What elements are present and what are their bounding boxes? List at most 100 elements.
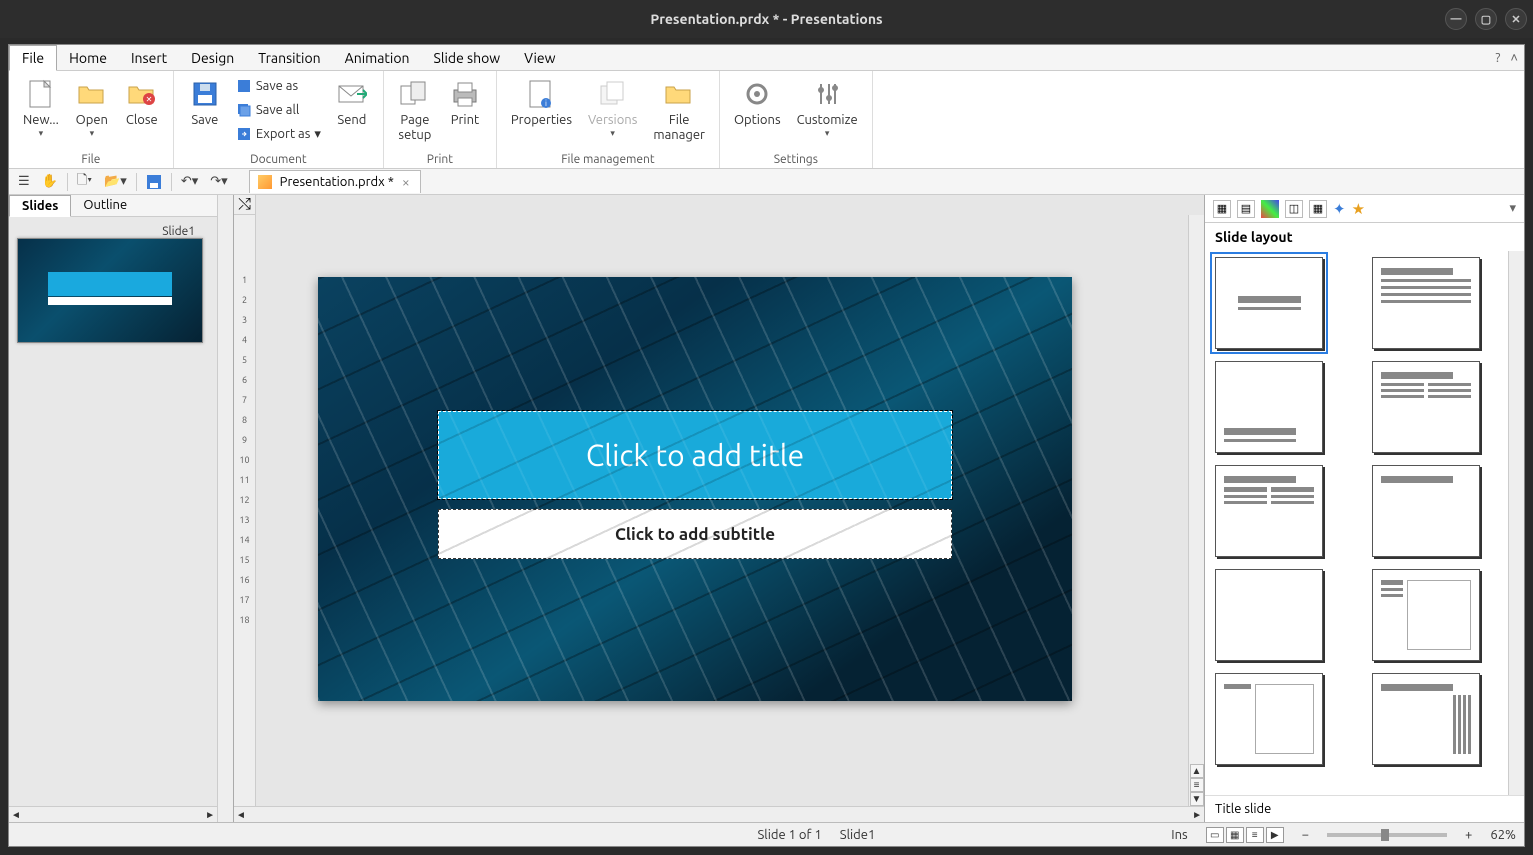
layout-title-content[interactable] xyxy=(1372,257,1480,349)
view-normal-button[interactable]: ▭ xyxy=(1206,827,1224,843)
customize-icon xyxy=(810,77,844,111)
sidebar-footer: Title slide xyxy=(1205,795,1524,822)
subtitle-placeholder[interactable]: Click to add subtitle xyxy=(438,509,952,559)
menu-view[interactable]: View xyxy=(512,45,567,70)
next-slide-button[interactable]: ▼ xyxy=(1190,792,1204,806)
layout-comparison[interactable] xyxy=(1215,465,1323,557)
sidebar-vscroll[interactable] xyxy=(1508,251,1524,795)
options-button[interactable]: Options xyxy=(728,75,787,130)
sidebar-tab-layout[interactable]: ▦ xyxy=(1213,200,1231,218)
zoom-in-button[interactable]: + xyxy=(1465,828,1472,842)
menu-slideshow[interactable]: Slide show xyxy=(422,45,513,70)
slide[interactable]: Click to add title Click to add subtitle xyxy=(318,277,1072,701)
sidebar-tab-object[interactable]: ◫ xyxy=(1285,200,1303,218)
layout-blank[interactable] xyxy=(1215,569,1323,661)
app-window: File Home Insert Design Transition Anima… xyxy=(8,44,1525,847)
tab-slides[interactable]: Slides xyxy=(9,195,71,217)
page-setup-button[interactable]: Page setup xyxy=(392,75,438,145)
slide-editor: ⤭ ˈ 1 ˈ 2 ˈ 3 ˈ 4 ˈ 5 ˈ 6 ˈ 7 ˈ 8 ˈ 9 ˈ … xyxy=(234,195,1204,822)
save-quick-button[interactable] xyxy=(143,172,165,192)
menu-transition[interactable]: Transition xyxy=(246,45,332,70)
left-hscroll[interactable]: ◄► xyxy=(9,806,217,822)
zoom-out-button[interactable]: − xyxy=(1302,828,1309,842)
svg-text:✕: ✕ xyxy=(145,95,152,104)
menu-animation[interactable]: Animation xyxy=(333,45,422,70)
ribbon: New... ▾ Open ▾ ✕ Close File Save xyxy=(9,71,1524,169)
view-slideshow-button[interactable]: ▶ xyxy=(1266,827,1284,843)
save-icon xyxy=(188,77,222,111)
sidebar-tab-table[interactable]: ▦ xyxy=(1309,200,1327,218)
window-titlebar: Presentation.prdx * - Presentations — ▢ … xyxy=(0,0,1533,38)
document-tab[interactable]: Presentation.prdx * × xyxy=(249,170,421,193)
file-manager-icon xyxy=(662,77,696,111)
save-all-button[interactable]: Save all xyxy=(232,99,325,121)
sidebar-tab-anim2[interactable]: ★ xyxy=(1352,200,1365,218)
group-document-label: Document xyxy=(182,151,375,166)
menu-icon[interactable]: ☰ xyxy=(15,172,33,191)
customize-button[interactable]: Customize ▾ xyxy=(791,75,864,141)
vertical-ruler[interactable]: 123456789101112131415161718 xyxy=(234,215,256,806)
main-area: Slides Outline Slide1 ◄► xyxy=(9,195,1524,822)
new-quick-button[interactable]: 🗋▾ xyxy=(74,169,95,195)
send-button[interactable]: Send xyxy=(329,75,375,130)
editor-vscroll[interactable]: ▲ ≡ ▼ xyxy=(1188,215,1204,806)
collapse-ribbon-icon[interactable]: ˄ xyxy=(1510,50,1518,65)
left-vscroll[interactable] xyxy=(217,195,233,822)
close-button[interactable]: ✕ Close xyxy=(119,75,165,130)
save-button[interactable]: Save xyxy=(182,75,228,130)
layout-title-only[interactable] xyxy=(1372,465,1480,557)
help-icon[interactable]: ? xyxy=(1495,51,1500,65)
title-placeholder[interactable]: Click to add title xyxy=(438,411,952,499)
menu-design[interactable]: Design xyxy=(179,45,246,70)
sidebar-tab-design[interactable]: ▤ xyxy=(1237,200,1255,218)
save-as-button[interactable]: Save as xyxy=(232,75,325,97)
tab-outline[interactable]: Outline xyxy=(71,195,139,216)
view-sorter-button[interactable]: ▦ xyxy=(1226,827,1244,843)
send-icon xyxy=(335,77,369,111)
export-as-button[interactable]: Export as ▾ xyxy=(232,123,325,145)
view-outline-button[interactable]: ≡ xyxy=(1246,827,1264,843)
file-manager-button[interactable]: File manager xyxy=(647,75,711,145)
menu-insert[interactable]: Insert xyxy=(119,45,179,70)
layout-vertical-text[interactable] xyxy=(1372,673,1480,765)
layout-title-slide[interactable] xyxy=(1215,257,1323,349)
slides-panel: Slides Outline Slide1 ◄► xyxy=(9,195,234,822)
layout-section-header[interactable] xyxy=(1215,361,1323,453)
editor-hscroll[interactable]: ◄► xyxy=(234,806,1204,822)
sidebar-dropdown-icon[interactable]: ▾ xyxy=(1509,201,1516,216)
zoom-slider[interactable] xyxy=(1327,833,1447,837)
layout-content-caption[interactable] xyxy=(1372,569,1480,661)
layout-two-content[interactable] xyxy=(1372,361,1480,453)
versions-button[interactable]: Versions ▾ xyxy=(582,75,643,141)
sidebar-tab-anim1[interactable]: ✦ xyxy=(1333,200,1346,218)
sidebar-tab-color[interactable] xyxy=(1261,200,1279,218)
open-quick-button[interactable]: 📂▾ xyxy=(101,172,130,191)
minimize-button[interactable]: — xyxy=(1445,8,1467,30)
undo-button[interactable]: ↶▾ xyxy=(178,172,201,191)
prev-slide-button[interactable]: ▲ xyxy=(1190,764,1204,778)
maximize-button[interactable]: ▢ xyxy=(1475,8,1497,30)
layout-picture-caption[interactable] xyxy=(1215,673,1323,765)
gear-icon xyxy=(740,77,774,111)
slide-thumbnail-1[interactable] xyxy=(17,238,203,343)
menu-file[interactable]: File xyxy=(9,45,57,71)
properties-button[interactable]: i Properties xyxy=(505,75,578,130)
quick-toolbar: ☰ ✋ 🗋▾ 📂▾ ↶▾ ↷▾ Presentation.prdx * × xyxy=(9,169,1524,195)
menu-home[interactable]: Home xyxy=(57,45,119,70)
svg-text:i: i xyxy=(545,99,547,108)
status-slide-name: Slide1 xyxy=(840,828,876,842)
print-button[interactable]: Print xyxy=(442,75,488,130)
zoom-level[interactable]: 62% xyxy=(1490,828,1516,842)
close-window-button[interactable]: ✕ xyxy=(1505,8,1527,30)
group-filemgmt-label: File management xyxy=(505,151,711,166)
slide-nav-button[interactable]: ≡ xyxy=(1190,778,1204,792)
slide-canvas[interactable]: Click to add title Click to add subtitle xyxy=(256,215,1188,806)
page-setup-icon xyxy=(398,77,432,111)
open-button[interactable]: Open ▾ xyxy=(69,75,115,141)
new-button[interactable]: New... ▾ xyxy=(17,75,65,141)
folder-open-icon xyxy=(75,77,109,111)
versions-icon xyxy=(596,77,630,111)
close-tab-button[interactable]: × xyxy=(402,174,410,190)
redo-button[interactable]: ↷▾ xyxy=(207,172,230,191)
hand-icon[interactable]: ✋ xyxy=(39,172,61,191)
